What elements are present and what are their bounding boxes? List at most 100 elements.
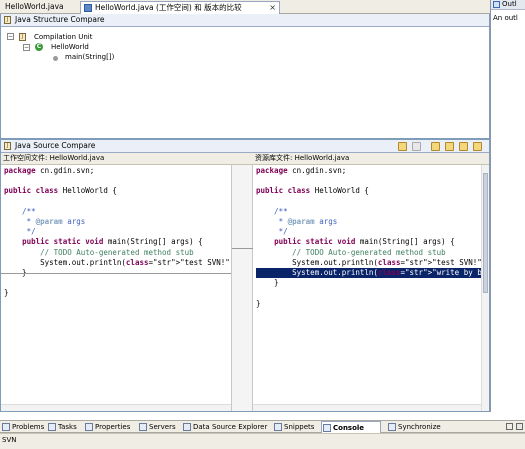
left-horizontal-scrollbar[interactable] [1,404,231,411]
tab-console[interactable]: Console [321,421,381,433]
right-code-editor[interactable]: package cn.gdin.svn; public class HelloW… [253,165,481,411]
previous-change-icon[interactable] [473,142,482,151]
diff-gutter [231,165,254,411]
tab-properties-label: Properties [95,423,131,431]
code-line: System.out.println(class="str">"test SVN… [256,257,481,267]
data-source-icon [183,423,191,431]
tab-compare[interactable]: HelloWorld.java (工作空间) 和 版本的比较 × [80,1,280,14]
code-line: /** [256,206,288,216]
scrollbar-thumb[interactable] [483,173,488,293]
structure-compare-pane: J Java Structure Compare − J Compilation… [0,14,490,139]
copy-current-icon[interactable] [412,142,421,151]
tab-data-source-explorer[interactable]: Data Source Explorer [182,421,267,433]
compare-icon [84,4,92,12]
status-bar: SVN [0,433,525,449]
right-file-label: 资源库文件: HelloWorld.java [255,154,350,162]
code-line: package cn.gdin.svn; [4,166,95,175]
diff-marker-line [1,273,231,274]
tree-item-compilation-unit[interactable]: Compilation Unit [34,33,93,42]
compilation-unit-icon: J [19,33,26,41]
code-line: public static void main(String[] args) { [22,237,203,247]
code-line: System.out.println(class="str">"test SVN… [4,257,231,267]
code-line: */ [256,227,288,237]
class-icon: C [35,43,43,51]
vertical-scrollbar[interactable] [481,165,489,411]
code-line: } [4,288,9,298]
source-compare-header: J Java Source Compare [1,140,489,153]
code-line: // TODO Auto-generated method stub [256,247,446,257]
code-line: } [256,298,261,308]
code-line: /** [4,206,36,216]
code-line: * @param args [256,217,338,227]
tab-compare-label: HelloWorld.java (工作空间) 和 版本的比较 [95,3,242,12]
collapse-toggle[interactable]: − [7,33,14,40]
tab-snippets[interactable]: Snippets [273,421,314,433]
tree-item-helloworld[interactable]: HelloWorld [51,43,89,52]
outline-message: An outl [493,14,518,22]
tasks-icon [48,423,56,431]
close-icon[interactable]: × [269,2,276,14]
outline-header[interactable]: Outl [491,0,525,10]
code-line: public static void main(String[] args) { [274,237,455,247]
status-text: SVN [2,436,17,444]
method-icon [53,56,58,61]
servers-icon [139,423,147,431]
left-file-label: 工作空间文件: HelloWorld.java [3,154,105,162]
code-line: */ [4,227,36,237]
properties-icon [85,423,93,431]
structure-compare-title: Java Structure Compare [15,15,105,24]
code-line: package cn.gdin.svn; [256,166,347,175]
problems-icon [2,423,10,431]
structure-compare-header: J Java Structure Compare [1,14,489,27]
copy-all-icon[interactable] [398,142,407,151]
source-compare-pane: J Java Source Compare 工作空间文件: HelloWorld… [0,139,490,412]
source-compare-title: Java Source Compare [15,141,96,150]
tab-helloworld-java[interactable]: HelloWorld.java [1,1,79,14]
code-line: public class HelloWorld { [256,186,369,196]
snippets-icon [274,423,282,431]
outline-icon [493,1,500,8]
outline-panel: Outl An outl [490,0,525,412]
tab-data-source-explorer-label: Data Source Explorer [193,423,268,431]
tree-item-main[interactable]: main(String[]) [65,53,114,62]
tab-tasks[interactable]: Tasks [47,421,77,433]
diff-connector-line [232,248,254,249]
collapse-toggle[interactable]: − [23,44,30,51]
tab-servers[interactable]: Servers [138,421,176,433]
tab-snippets-label: Snippets [284,423,315,431]
synchronize-icon [388,423,396,431]
bottom-view-tabs: Problems Tasks Properties Servers Data S… [0,420,525,433]
console-icon [323,424,331,432]
tab-problems-label: Problems [12,423,45,431]
java-source-icon: J [4,142,11,150]
right-code: package cn.gdin.svn; public class HelloW… [256,166,481,309]
next-change-icon[interactable] [459,142,468,151]
tab-problems[interactable]: Problems [1,421,44,433]
tab-synchronize[interactable]: Synchronize [387,421,441,433]
code-line: public class HelloWorld { [4,186,117,196]
code-line: } [256,278,279,288]
previous-difference-icon[interactable] [445,142,454,151]
java-structure-icon: J [4,16,11,24]
tab-servers-label: Servers [149,423,176,431]
code-line: // TODO Auto-generated method stub [4,247,194,257]
code-line: System.out.println(class="str">"write by… [256,268,481,279]
minimize-icon[interactable] [506,423,513,430]
editor-tab-strip: HelloWorld.java HelloWorld.java (工作空间) 和… [0,0,490,14]
outline-title: Outl [502,0,517,8]
tab-properties[interactable]: Properties [84,421,130,433]
right-horizontal-scrollbar[interactable] [253,404,481,411]
code-line: * @param args [4,217,86,227]
tab-synchronize-label: Synchronize [398,423,441,431]
left-code-editor[interactable]: package cn.gdin.svn; public class HelloW… [1,165,231,411]
maximize-icon[interactable] [516,423,523,430]
next-difference-icon[interactable] [431,142,440,151]
left-code: package cn.gdin.svn; public class HelloW… [4,166,231,299]
tab-tasks-label: Tasks [58,423,77,431]
